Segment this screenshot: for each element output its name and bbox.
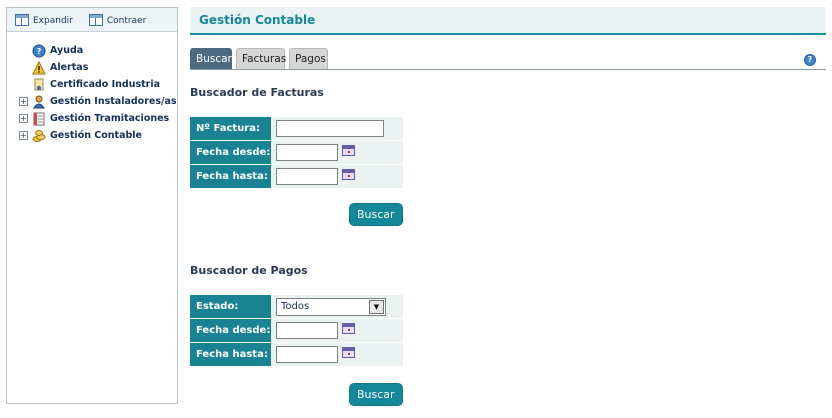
pago-status-label: Estado:: [190, 295, 271, 318]
factura-date-from-label: Fecha desde:: [190, 141, 271, 164]
warning-icon: [32, 60, 46, 74]
collapse-icon: [88, 13, 103, 26]
sidebar-item-alertas[interactable]: Alertas: [7, 59, 177, 76]
factura-number-cell: [271, 117, 403, 140]
expand-node-icon[interactable]: +: [19, 97, 28, 106]
pago-date-to-row: Fecha hasta:: [190, 343, 403, 366]
pago-status-value: Todos: [281, 301, 310, 312]
factura-number-row: Nº Factura:: [190, 117, 403, 140]
pago-date-to-cell: [271, 343, 403, 366]
chevron-down-icon: ▼: [369, 299, 384, 314]
tab-pagos[interactable]: Pagos: [289, 48, 328, 69]
facturas-form: Nº Factura: Fecha desde: Fecha hasta:: [190, 116, 403, 189]
pago-date-to-label: Fecha hasta:: [190, 343, 271, 366]
sidebar-item-contable[interactable]: + Gestión Contable: [7, 127, 177, 144]
tab-buscar[interactable]: Buscar: [190, 48, 232, 69]
sidebar-item-ayuda[interactable]: ? Ayuda: [7, 42, 177, 59]
certificate-icon: [34, 78, 44, 90]
expand-node-icon[interactable]: +: [19, 114, 28, 123]
facturas-search-button[interactable]: Buscar: [349, 203, 403, 226]
tab-facturas[interactable]: Facturas: [236, 48, 286, 69]
sidebar-item-tramitaciones[interactable]: + Gestión Tramitaciones: [7, 110, 177, 127]
expand-icon: [15, 13, 29, 26]
factura-date-to-input[interactable]: [276, 168, 338, 185]
calendar-icon[interactable]: [342, 347, 355, 358]
sidebar: Expandir Contraer ? Ayuda Alertas Certif…: [6, 7, 178, 404]
factura-date-to-row: Fecha hasta:: [190, 165, 403, 188]
pago-date-from-label: Fecha desde:: [190, 319, 271, 342]
pagos-form: Estado: Todos ▼ Fecha desde: Fecha hasta…: [190, 294, 403, 367]
page-title: Gestión Contable: [190, 7, 826, 35]
pago-status-cell: Todos ▼: [271, 295, 403, 318]
pago-date-to-input[interactable]: [276, 346, 338, 363]
sidebar-item-label: Gestión Contable: [50, 130, 143, 141]
factura-number-input[interactable]: [276, 120, 384, 137]
sidebar-toolbar: Expandir Contraer: [7, 8, 177, 32]
expand-node-icon[interactable]: +: [19, 131, 28, 140]
expand-label: Expandir: [33, 15, 73, 26]
pago-date-from-input[interactable]: [276, 322, 338, 339]
factura-date-from-input[interactable]: [276, 144, 338, 161]
collapse-label: Contraer: [106, 15, 147, 26]
facturas-section-title: Buscador de Facturas: [190, 86, 324, 99]
factura-date-to-cell: [271, 165, 403, 188]
sidebar-item-certificado[interactable]: Certificado Industria: [7, 76, 177, 93]
svg-text:?: ?: [37, 47, 42, 56]
calendar-icon[interactable]: [342, 145, 355, 156]
coins-icon: [32, 129, 46, 142]
tab-bar: Buscar Facturas Pagos ?: [190, 48, 826, 70]
sidebar-item-label: Gestión Tramitaciones: [50, 113, 170, 124]
factura-date-to-label: Fecha hasta:: [190, 165, 271, 188]
help-icon: ?: [32, 44, 46, 57]
user-icon: [33, 95, 45, 108]
pagos-section-title: Buscador de Pagos: [190, 264, 308, 277]
factura-date-from-cell: [271, 141, 403, 164]
pago-date-from-row: Fecha desde:: [190, 319, 403, 342]
pago-date-from-cell: [271, 319, 403, 342]
factura-number-label: Nº Factura:: [190, 117, 271, 140]
document-icon: [33, 112, 45, 125]
pago-status-row: Estado: Todos ▼: [190, 295, 403, 318]
sidebar-item-label: Certificado Industria: [50, 79, 161, 90]
calendar-icon[interactable]: [342, 169, 355, 180]
collapse-button[interactable]: Contraer: [88, 13, 147, 26]
pago-status-select[interactable]: Todos ▼: [276, 297, 386, 316]
factura-date-from-row: Fecha desde:: [190, 141, 403, 164]
sidebar-item-label: Alertas: [50, 62, 89, 73]
expand-button[interactable]: Expandir: [15, 13, 73, 26]
pagos-search-button[interactable]: Buscar: [349, 383, 403, 406]
calendar-icon[interactable]: [342, 323, 355, 334]
sidebar-tree: ? Ayuda Alertas Certificado Industria + …: [7, 32, 177, 144]
sidebar-item-label: Ayuda: [50, 45, 84, 56]
help-icon[interactable]: ?: [804, 54, 816, 66]
sidebar-item-instaladores[interactable]: + Gestión Instaladores/as: [7, 93, 177, 110]
sidebar-item-label: Gestión Instaladores/as: [50, 96, 177, 107]
